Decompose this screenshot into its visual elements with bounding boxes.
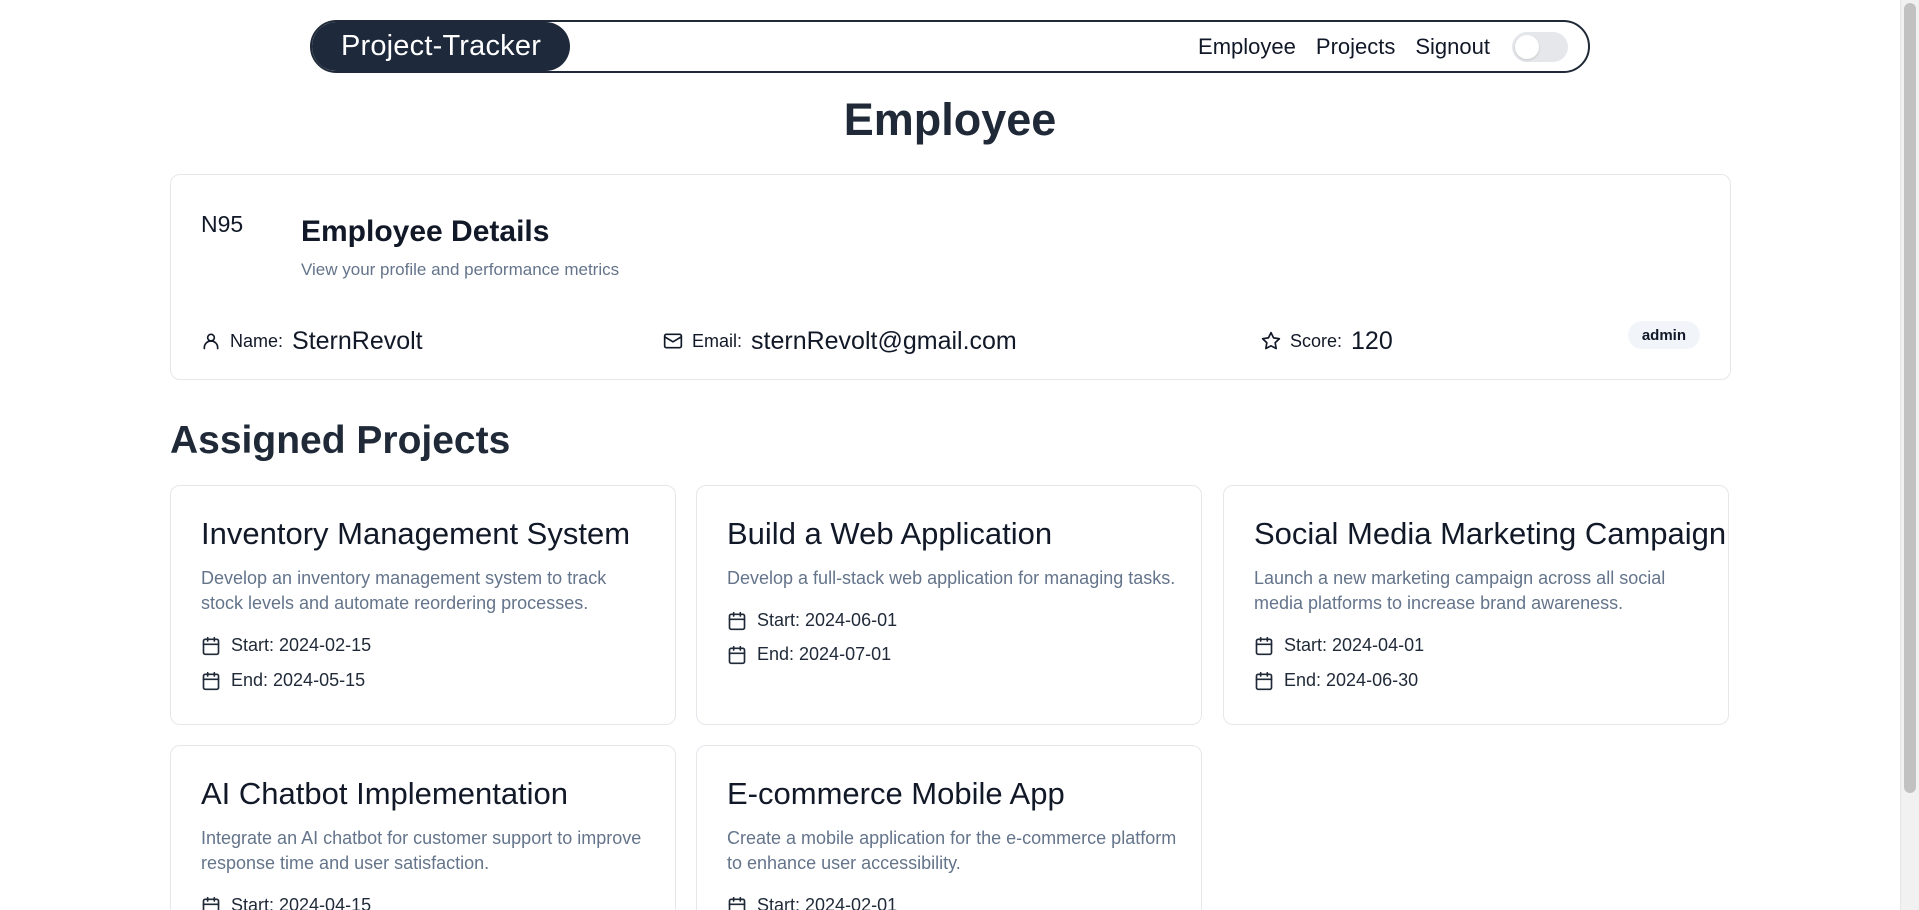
star-icon: [1261, 331, 1281, 351]
role-badge: admin: [1627, 321, 1700, 349]
employee-details-subtitle: View your profile and performance metric…: [301, 260, 620, 279]
employee-details-card: N95 Employee Details View your profile a…: [170, 174, 1731, 380]
start-date-text: Start: 2024-02-01: [757, 895, 898, 910]
project-card[interactable]: Social Media Marketing Campaign Launch a…: [1223, 485, 1729, 725]
project-card[interactable]: E-commerce Mobile App Create a mobile ap…: [696, 745, 1202, 910]
start-date-text: Start: 2024-04-01: [1284, 635, 1425, 655]
user-icon: [201, 331, 221, 351]
project-description: Develop a full-stack web application for…: [727, 568, 1176, 588]
project-start-date: Start: 2024-06-01: [727, 610, 897, 631]
calendar-icon: [1254, 636, 1274, 656]
navbar: Project-Tracker Employee Projects Signou…: [310, 20, 1590, 73]
nav-link-employee[interactable]: Employee: [1198, 34, 1296, 60]
project-card[interactable]: Build a Web Application Develop a full-s…: [696, 485, 1202, 725]
name-value: SternRevolt: [292, 326, 423, 355]
end-date-text: End: 2024-07-01: [757, 644, 892, 664]
calendar-icon: [201, 636, 221, 656]
project-start-date: Start: 2024-04-15: [201, 895, 371, 910]
project-start-date: Start: 2024-02-15: [201, 635, 371, 656]
score-value: 120: [1351, 326, 1393, 355]
start-date-text: Start: 2024-06-01: [757, 610, 898, 630]
employee-name-row: Name: SternRevolt: [201, 321, 423, 361]
project-card[interactable]: Inventory Management System Develop an i…: [170, 485, 676, 725]
project-end-date: End: 2024-06-30: [1254, 670, 1418, 691]
project-card[interactable]: AI Chatbot Implementation Integrate an A…: [170, 745, 676, 910]
assigned-projects-heading: Assigned Projects: [170, 419, 511, 462]
score-label: Score:: [1290, 330, 1343, 351]
project-end-date: End: 2024-05-15: [201, 670, 365, 691]
mail-icon: [663, 331, 683, 351]
employee-score-row: Score: 120: [1261, 321, 1393, 361]
project-start-date: Start: 2024-04-01: [1254, 635, 1424, 656]
project-description: Integrate an AI chatbot for customer sup…: [201, 828, 642, 873]
page-scrollbar[interactable]: [1900, 0, 1919, 910]
end-date-text: End: 2024-05-15: [231, 670, 366, 690]
theme-toggle-knob: [1515, 34, 1539, 59]
project-start-date: Start: 2024-02-01: [727, 895, 897, 910]
calendar-icon: [201, 671, 221, 691]
scrollbar-thumb[interactable]: [1904, 3, 1916, 793]
email-value: sternRevolt@gmail.com: [751, 326, 1017, 355]
project-title: Build a Web Application: [727, 516, 1053, 551]
avatar: N95: [201, 211, 244, 237]
nav-link-projects[interactable]: Projects: [1316, 34, 1395, 60]
employee-email-row: Email: sternRevolt@gmail.com: [663, 321, 1017, 361]
calendar-icon: [727, 645, 747, 665]
employee-details-title: Employee Details: [301, 215, 550, 248]
project-title: E-commerce Mobile App: [727, 776, 1065, 811]
page-title: Employee: [843, 94, 1057, 145]
calendar-icon: [727, 611, 747, 631]
brand-logo[interactable]: Project-Tracker: [312, 22, 570, 71]
email-label: Email:: [692, 330, 743, 351]
calendar-icon: [201, 896, 221, 910]
start-date-text: Start: 2024-02-15: [231, 635, 372, 655]
nav-links: Employee Projects Signout: [1198, 22, 1568, 71]
start-date-text: Start: 2024-04-15: [231, 895, 372, 910]
project-end-date: End: 2024-07-01: [727, 644, 891, 665]
name-label: Name:: [230, 330, 284, 351]
project-title: Social Media Marketing Campaign: [1254, 516, 1727, 551]
end-date-text: End: 2024-06-30: [1284, 670, 1419, 690]
calendar-icon: [1254, 671, 1274, 691]
project-title: Inventory Management System: [201, 516, 631, 551]
app-viewport: Project-Tracker Employee Projects Signou…: [0, 0, 1919, 910]
theme-toggle[interactable]: [1512, 31, 1568, 62]
project-description: Create a mobile application for the e-co…: [727, 828, 1177, 873]
project-description: Develop an inventory management system t…: [201, 568, 607, 613]
project-description: Launch a new marketing campaign across a…: [1254, 568, 1666, 613]
project-title: AI Chatbot Implementation: [201, 776, 569, 811]
nav-link-signout[interactable]: Signout: [1415, 34, 1490, 60]
calendar-icon: [727, 896, 747, 910]
